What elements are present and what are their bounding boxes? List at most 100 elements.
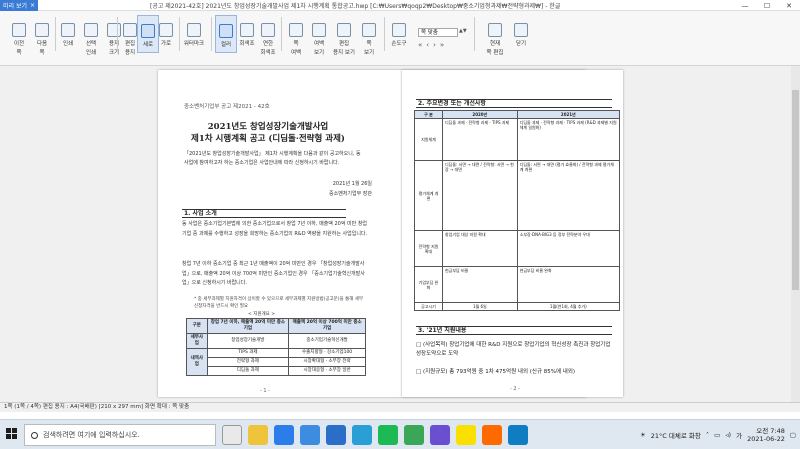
maximize-icon[interactable]: ☐	[756, 0, 778, 11]
edit-current-page-label: 현재 쪽 편집	[486, 41, 504, 56]
windows-taskbar: 검색하려면 여기에 입력하십시오. ☀ 21°C 대체로 화창 ˄ ▭ ◃) 가…	[0, 419, 800, 449]
close-icon[interactable]: ✕	[778, 0, 800, 11]
table-cell: 공고시기	[414, 302, 443, 311]
table-cell: 디딤돌 과제	[206, 366, 290, 376]
pinned-apps	[222, 425, 528, 445]
announcement-number: 중소벤처기업부 공고 제2021 - 42호	[184, 104, 270, 110]
toolbar-divider	[474, 17, 475, 51]
prev-page-button[interactable]: 이전 쪽	[8, 15, 30, 57]
search-icon	[31, 431, 38, 439]
store-icon[interactable]	[300, 425, 320, 445]
next-icon[interactable]: ›	[433, 41, 436, 49]
printer-icon	[61, 23, 75, 37]
close-preview-button[interactable]: 닫기	[510, 15, 532, 48]
table-cell: 지원체계	[414, 118, 443, 161]
task-view-icon[interactable]	[222, 425, 242, 445]
next-page-label: 다음 쪽	[36, 41, 48, 56]
announcement-date: 2021년 1월 26일	[332, 181, 372, 187]
prev-icon[interactable]: ‹	[426, 41, 429, 49]
page-view-button[interactable]: 쪽 보기	[358, 15, 380, 57]
taskbar-search[interactable]: 검색하려면 여기에 입력하십시오.	[24, 424, 216, 446]
edit-paper-icon	[123, 23, 137, 37]
kakaotalk-icon[interactable]	[456, 425, 476, 445]
app-icon[interactable]	[482, 425, 502, 445]
color-button[interactable]: 컬러	[215, 15, 237, 53]
select-print-button[interactable]: 선택 인쇄	[80, 15, 102, 57]
landscape-label: 가로	[160, 41, 172, 47]
scrollbar-thumb[interactable]	[792, 90, 799, 290]
system-tray: ☀ 21°C 대체로 화창 ˄ ▭ ◃) 가 오전 7:48 2021-06-2…	[640, 422, 796, 448]
table-cell: TIPS 과제	[206, 348, 290, 358]
edit-current-page-icon	[488, 23, 502, 37]
preview-tab[interactable]: 미리 보기 ×	[0, 0, 39, 11]
table-row: 세부사업 창업성장기술개발 중소기업기술혁신개발	[186, 333, 366, 349]
watermark-button[interactable]: 워터마크	[183, 15, 205, 48]
view-margin-button[interactable]: 여백 보기	[308, 15, 330, 57]
table-header-row: 구분 창업 7년 이하, 매출액 20억 미만 중소기업 매출액 20억 이상 …	[186, 318, 366, 334]
weather-text[interactable]: 21°C 대체로 화창	[651, 430, 701, 440]
tray-expand-icon[interactable]: ˄	[706, 431, 709, 439]
page-view-label: 쪽 보기	[363, 41, 375, 56]
notification-icon[interactable]: ▢	[790, 431, 796, 439]
close-preview-icon[interactable]: ×	[30, 2, 35, 9]
zoom-dropdown-icon[interactable]: ▲▼	[459, 28, 467, 34]
minimize-icon[interactable]: —	[734, 0, 756, 11]
grayscale-icon	[240, 23, 254, 37]
volume-icon[interactable]: ◃)	[725, 431, 731, 439]
view-margin-label: 여백 보기	[313, 41, 325, 56]
page-margin-icon	[289, 23, 303, 37]
file-explorer-icon[interactable]	[248, 425, 268, 445]
edge-icon[interactable]	[274, 425, 294, 445]
first-page-icon[interactable]: «	[418, 41, 422, 49]
view-edit-paper-icon	[337, 23, 351, 37]
page-2-content: 2. 주요변경 또는 개선사항 구 분 2020년 2021년 지원체계 디딤돌…	[410, 70, 622, 392]
word-icon[interactable]	[508, 425, 528, 445]
mail-icon[interactable]	[326, 425, 346, 445]
chrome-icon[interactable]	[404, 425, 424, 445]
hwp-icon[interactable]	[352, 425, 372, 445]
view-edit-paper-button[interactable]: 편집 용지 보기	[333, 15, 355, 57]
table-cell: 중소기업기술혁신개발	[288, 333, 366, 349]
table-cell: 소부장·DNA·BIG3 등 정부 전략분야 우대	[516, 230, 621, 267]
toolbar-divider	[55, 17, 56, 51]
app-icon[interactable]	[430, 425, 450, 445]
page-number: - 1 -	[260, 388, 270, 394]
table-header: 구 분	[414, 110, 443, 119]
grayscale-label: 회색조	[239, 41, 255, 47]
title-bar: 미리 보기 × [공고 제2021-42호] 2021년도 창업성장기술개발사업…	[0, 0, 800, 11]
hand-tool-button[interactable]: 손도구	[388, 15, 410, 48]
hand-icon	[392, 23, 406, 37]
view-edit-paper-label: 편집 용지 보기	[333, 41, 355, 56]
grayscale-button[interactable]: 회색조	[236, 15, 258, 48]
table-header: 매출액 20억 이상 700억 미만 중소기업	[288, 318, 366, 334]
last-page-icon[interactable]: »	[440, 41, 444, 49]
light-grayscale-label: 연한 회색조	[260, 41, 276, 56]
document-area[interactable]	[0, 66, 800, 402]
page-margin-button[interactable]: 쪽 여백	[285, 15, 307, 57]
network-icon[interactable]: ▭	[714, 431, 720, 439]
zoom-value: 쪽 맞춤	[421, 30, 438, 36]
table-cell: 창업성장기술개발	[206, 333, 290, 349]
weather-icon[interactable]: ☀	[640, 431, 646, 439]
vertical-scrollbar[interactable]	[791, 66, 800, 402]
table-cell: 1월(연1회, 4월 추가)	[516, 302, 621, 311]
print-button[interactable]: 인쇄	[57, 15, 79, 48]
light-grayscale-button[interactable]: 연한 회색조	[257, 15, 279, 57]
table-cell: 세부사업	[186, 333, 208, 349]
app-icon[interactable]	[378, 425, 398, 445]
ime-indicator[interactable]: 가	[736, 430, 742, 440]
paragraph-2: 창업 7년 이하 중소기업 중 최근 1년 매출액이 20억 미만인 경우 「창…	[182, 261, 365, 286]
clock-date: 2021-06-22	[747, 435, 785, 443]
edit-current-page-button[interactable]: 현재 쪽 편집	[484, 15, 506, 57]
toolbar-divider	[179, 17, 180, 51]
scale-item: □ (지원규모) 총 793억원 중 1차 475억원 내외 (신규 85%에 …	[416, 369, 576, 375]
edit-paper-label: 편집 용지	[124, 41, 136, 56]
next-page-button[interactable]: 다음 쪽	[31, 15, 53, 57]
clock[interactable]: 오전 7:48 2021-06-22	[747, 427, 785, 443]
windows-start-icon[interactable]	[6, 428, 17, 439]
landscape-button[interactable]: 가로	[155, 15, 177, 48]
table-cell: 전략형 지원 확대	[414, 230, 443, 267]
portrait-label: 세로	[142, 42, 154, 48]
table-cell: 평가체계 개편	[414, 160, 443, 231]
zoom-select[interactable]: 쪽 맞춤	[418, 28, 458, 37]
